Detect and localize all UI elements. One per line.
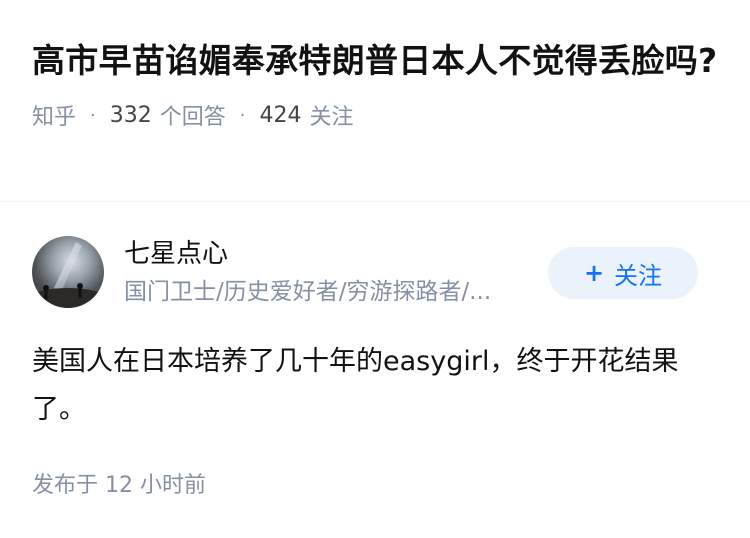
- answers-count: 332: [109, 102, 152, 128]
- author-name[interactable]: 七星点心: [124, 236, 228, 272]
- follows-label: 关注: [309, 105, 354, 130]
- meta-separator: ·: [90, 104, 96, 126]
- publish-time: 发布于 12 小时前: [32, 473, 206, 498]
- answers-label[interactable]: 个回答: [160, 99, 226, 131]
- avatar[interactable]: [32, 236, 104, 308]
- question-meta: 知乎 · 332 个回答 · 424 关注: [32, 99, 718, 131]
- source-label[interactable]: 知乎: [32, 99, 76, 131]
- avatar-image: [32, 242, 104, 308]
- author-bio: 国门卫士/历史爱好者/穷游探路者/...: [124, 279, 492, 305]
- follows-count: 424: [259, 102, 302, 128]
- answer-card: 七星点心 国门卫士/历史爱好者/穷游探路者/... + 关注 美国人在日本培养了…: [0, 236, 750, 434]
- follow-button-label: 关注: [614, 261, 663, 290]
- author-row: 七星点心 国门卫士/历史爱好者/穷游探路者/... + 关注: [0, 236, 750, 310]
- question-header: 高市早苗谄媚奉承特朗普日本人不觉得丢脸吗? 知乎 · 332 个回答 · 424…: [0, 0, 750, 130]
- follow-button[interactable]: + 关注: [548, 247, 698, 299]
- answer-content[interactable]: 美国人在日本培养了几十年的easygirl，终于开花结果了。: [32, 338, 718, 434]
- divider: [0, 201, 750, 202]
- plus-icon: +: [583, 259, 605, 287]
- question-title[interactable]: 高市早苗谄媚奉承特朗普日本人不觉得丢脸吗?: [32, 34, 718, 88]
- meta-separator: ·: [239, 104, 246, 126]
